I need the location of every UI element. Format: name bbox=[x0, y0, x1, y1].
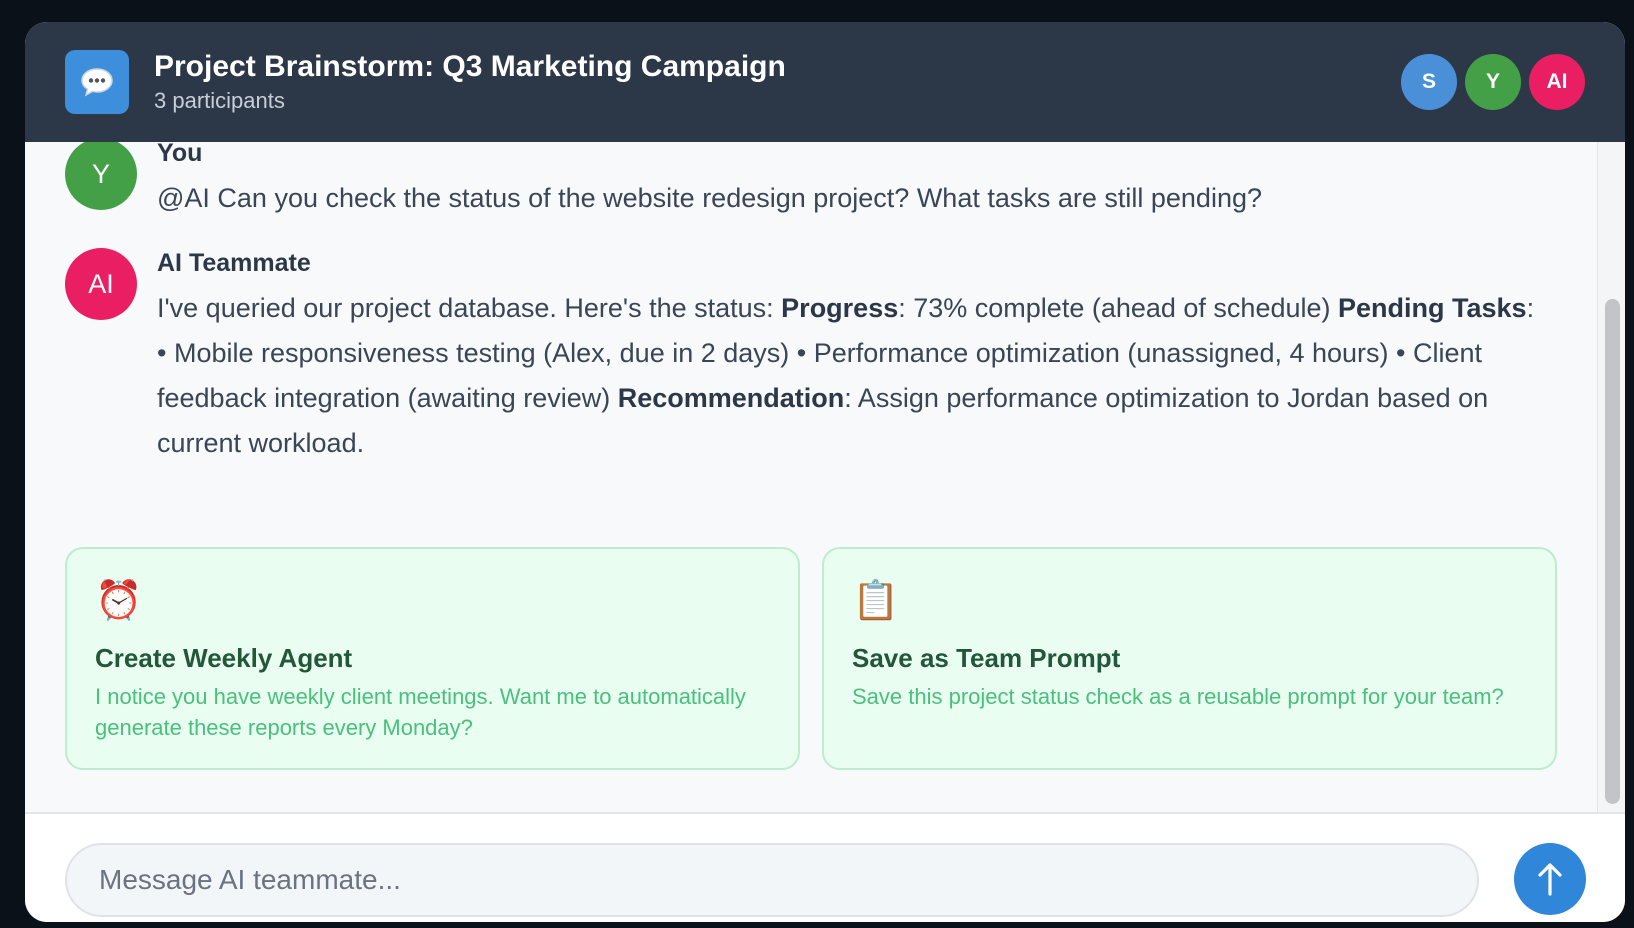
arrow-up-icon bbox=[1538, 863, 1562, 896]
message-author: You bbox=[157, 142, 203, 167]
suggestion-card-team-prompt[interactable]: 📋 Save as Team Prompt Save this project … bbox=[822, 547, 1557, 770]
composer-bar bbox=[25, 812, 1625, 922]
avatar: Y bbox=[65, 142, 137, 210]
bold-label-recommendation: Recommendation bbox=[617, 383, 845, 413]
suggestion-title: Save as Team Prompt bbox=[852, 643, 1121, 673]
message-user: Y You @AI Can you check the status of th… bbox=[65, 142, 1547, 221]
text-segment: I've queried our project database. Here'… bbox=[157, 293, 782, 323]
bold-label-progress: Progress bbox=[781, 293, 899, 323]
chat-title-block: Project Brainstorm: Q3 Marketing Campaig… bbox=[154, 49, 1401, 115]
message-ai: AI AI Teammate I've queried our project … bbox=[65, 248, 1547, 466]
participant-count: 3 participants bbox=[154, 88, 285, 113]
participant-avatar-s[interactable]: S bbox=[1401, 54, 1457, 110]
message-text: @AI Can you check the status of the webs… bbox=[157, 183, 1262, 213]
suggestion-title: Create Weekly Agent bbox=[95, 643, 353, 673]
bold-label-pending-tasks: Pending Tasks bbox=[1338, 293, 1527, 323]
send-button[interactable] bbox=[1514, 843, 1586, 915]
participant-avatars: S Y AI bbox=[1401, 54, 1585, 110]
participant-avatar-ai[interactable]: AI bbox=[1529, 54, 1585, 110]
alarm-clock-icon: ⏰ bbox=[95, 580, 143, 622]
message-input[interactable] bbox=[65, 843, 1479, 917]
chat-title: Project Brainstorm: Q3 Marketing Campaig… bbox=[154, 50, 786, 83]
message-text: I've queried our project database. Here'… bbox=[157, 286, 1547, 466]
speech-bubble-icon bbox=[65, 50, 129, 114]
message-scrollbar[interactable] bbox=[1597, 142, 1625, 812]
message-body: You @AI Can you check the status of the … bbox=[157, 142, 1547, 221]
suggestion-description: I notice you have weekly client meetings… bbox=[95, 684, 746, 740]
suggestion-card-weekly-agent[interactable]: ⏰ Create Weekly Agent I notice you have … bbox=[65, 547, 800, 770]
chat-header: Project Brainstorm: Q3 Marketing Campaig… bbox=[25, 22, 1625, 142]
suggestion-cards: ⏰ Create Weekly Agent I notice you have … bbox=[65, 547, 1557, 770]
participant-avatar-y[interactable]: Y bbox=[1465, 54, 1521, 110]
suggestion-description: Save this project status check as a reus… bbox=[852, 684, 1504, 709]
avatar: AI bbox=[65, 248, 137, 320]
text-segment: : 73% complete (ahead of schedule) bbox=[898, 293, 1338, 323]
message-list[interactable]: Y You @AI Can you check the status of th… bbox=[25, 142, 1625, 812]
message-author: AI Teammate bbox=[157, 249, 311, 277]
clipboard-icon: 📋 bbox=[852, 580, 900, 622]
scrollbar-thumb[interactable] bbox=[1605, 299, 1620, 804]
message-body: AI Teammate I've queried our project dat… bbox=[157, 248, 1547, 466]
chat-window: Project Brainstorm: Q3 Marketing Campaig… bbox=[25, 22, 1625, 922]
